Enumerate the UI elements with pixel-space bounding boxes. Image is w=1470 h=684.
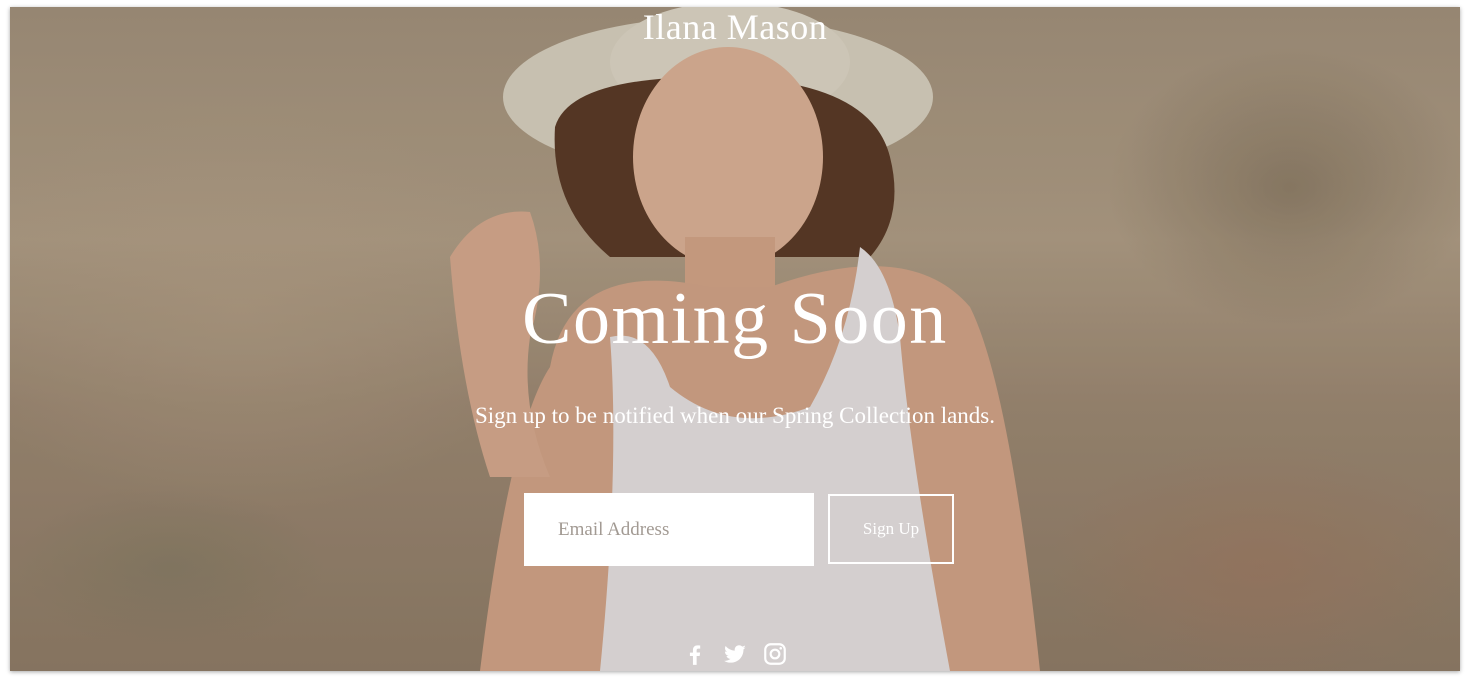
page-title: Coming Soon: [522, 278, 948, 360]
instagram-link[interactable]: [762, 641, 788, 667]
social-links: [10, 641, 1460, 667]
facebook-icon: [689, 645, 701, 665]
instagram-icon: [764, 643, 786, 665]
page-subtitle: Sign up to be notified when our Spring C…: [474, 403, 995, 428]
sign-up-button[interactable]: Sign Up: [828, 494, 954, 564]
twitter-link[interactable]: [722, 641, 748, 667]
brand-name[interactable]: Ilana Mason: [10, 7, 1460, 47]
email-input[interactable]: [524, 493, 814, 566]
hero-content: Ilana Mason Coming Soon Sign up to be no…: [10, 7, 1460, 671]
hero-section: Ilana Mason Coming Soon Sign up to be no…: [10, 7, 1460, 671]
facebook-link[interactable]: [682, 641, 708, 667]
twitter-icon: [723, 645, 746, 663]
